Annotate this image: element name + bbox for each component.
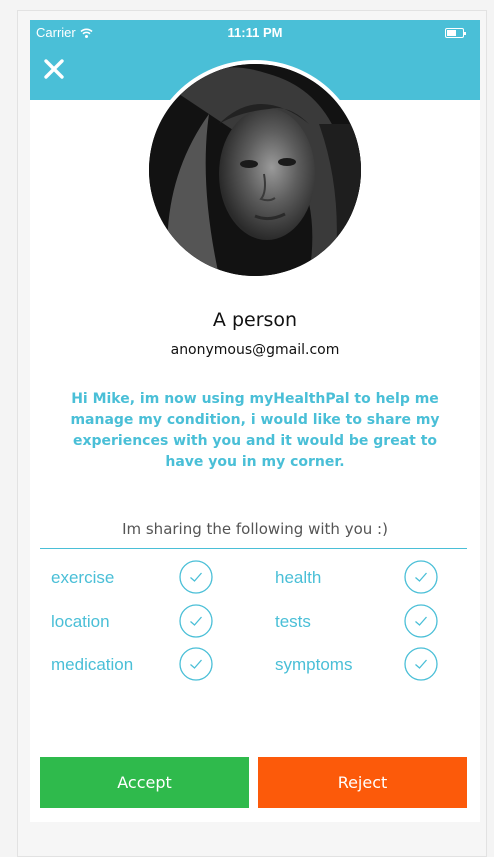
close-icon[interactable]: [42, 57, 68, 83]
check-circle-icon[interactable]: [179, 560, 213, 594]
share-item-label: medication: [51, 655, 134, 674]
screen: Carrier 11:11 PM A person anonymous@gmai…: [30, 20, 480, 822]
avatar: [145, 60, 365, 280]
check-circle-icon[interactable]: [179, 647, 213, 681]
share-item-tests: tests: [275, 604, 455, 640]
avatar-photo: [149, 64, 361, 276]
share-item-symptoms: symptoms: [275, 647, 455, 683]
accept-button[interactable]: Accept: [40, 757, 249, 808]
share-item-medication: medication: [51, 647, 231, 683]
invite-message: Hi Mike, im now using myHealthPal to hel…: [70, 391, 440, 470]
share-item-label: symptoms: [275, 655, 353, 674]
share-item-label: tests: [275, 612, 311, 631]
share-item-location: location: [51, 604, 231, 640]
check-circle-icon[interactable]: [404, 560, 438, 594]
battery-icon: [445, 28, 466, 38]
share-item-exercise: exercise: [51, 560, 231, 596]
person-email: anonymous@gmail.com: [170, 342, 340, 358]
status-time: 11:11 PM: [227, 25, 283, 40]
share-heading: Im sharing the following with you :): [122, 520, 388, 538]
status-bar: Carrier 11:11 PM: [30, 20, 480, 46]
check-circle-icon[interactable]: [404, 647, 438, 681]
person-name: A person: [212, 309, 298, 331]
share-item-health: health: [275, 560, 455, 596]
check-circle-icon[interactable]: [404, 604, 438, 638]
divider: [40, 548, 467, 549]
check-circle-icon[interactable]: [179, 604, 213, 638]
share-item-label: location: [51, 612, 110, 631]
share-item-label: exercise: [51, 568, 115, 587]
share-item-label: health: [275, 568, 322, 587]
reject-button[interactable]: Reject: [258, 757, 467, 808]
